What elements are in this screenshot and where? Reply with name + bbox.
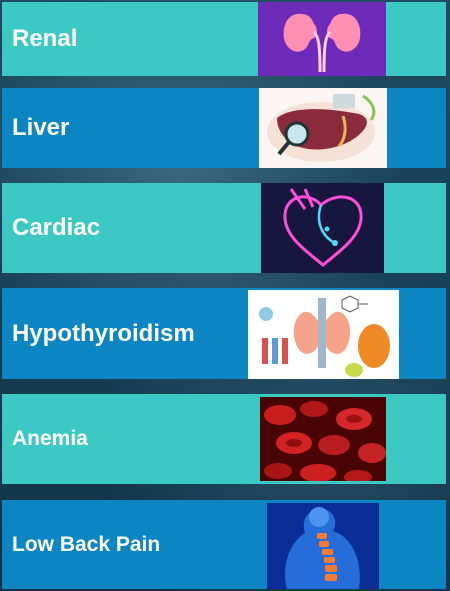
category-label-hypothyroidism: Hypothyroidism [12,319,195,347]
category-row-hypothyroidism[interactable]: Hypothyroidism [2,288,446,379]
kidneys-image [258,2,386,76]
liver-image [259,88,387,168]
category-row-liver[interactable]: Liver [2,88,446,168]
category-row-anemia[interactable]: Anemia [2,394,446,484]
category-label-liver: Liver [12,114,70,141]
category-label-anemia: Anemia [12,427,88,450]
category-label-renal: Renal [12,25,78,52]
category-label-low-back-pain: Low Back Pain [12,532,161,556]
spine-image [267,503,379,589]
heart-image [261,183,384,273]
category-row-renal[interactable]: Renal [2,2,446,76]
red-blood-cells-image [260,397,386,481]
category-label-cardiac: Cardiac [12,214,101,241]
category-row-low-back-pain[interactable]: Low Back Pain [2,500,446,589]
thyroid-image [248,290,399,379]
category-row-cardiac[interactable]: Cardiac [2,183,446,273]
